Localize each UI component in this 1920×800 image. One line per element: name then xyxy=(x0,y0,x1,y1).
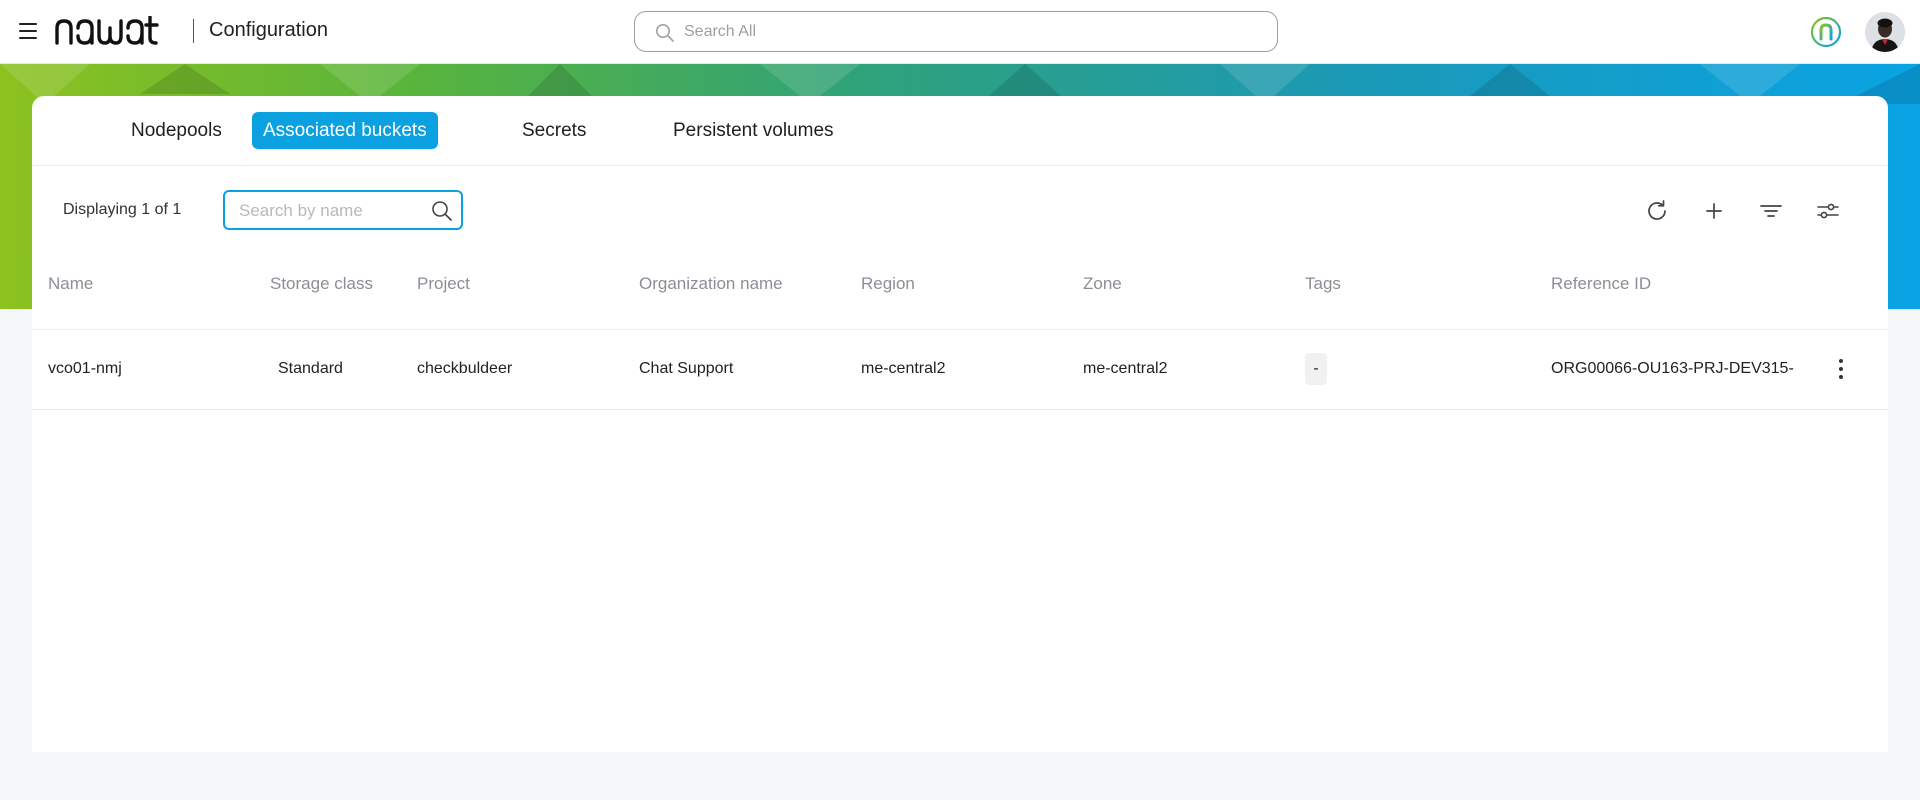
tab-associated-buckets[interactable]: Associated buckets xyxy=(252,112,438,149)
tab-bar: Nodepools Associated buckets Secrets Per… xyxy=(32,96,1888,166)
search-icon xyxy=(656,24,674,42)
cell-name: vco01-nmj xyxy=(48,360,122,377)
tab-persistent-volumes[interactable]: Persistent volumes xyxy=(662,112,845,149)
column-header-reference-id[interactable]: Reference ID xyxy=(1551,274,1651,294)
cell-zone: me-central2 xyxy=(1083,360,1168,377)
row-actions-kebab-icon[interactable] xyxy=(1833,357,1849,383)
main-card: Nodepools Associated buckets Secrets Per… xyxy=(32,96,1888,752)
cell-organization-name: Chat Support xyxy=(639,360,734,377)
cell-reference-id: ORG00066-OU163-PRJ-DEV315- xyxy=(1551,360,1794,377)
filter-icon[interactable] xyxy=(1757,197,1785,225)
tab-secrets[interactable]: Secrets xyxy=(511,112,597,149)
nawat-logo xyxy=(55,16,159,45)
hamburger-menu-icon[interactable] xyxy=(17,20,39,42)
user-avatar-icon xyxy=(1865,12,1905,52)
column-header-organization-name[interactable]: Organization name xyxy=(639,274,783,294)
result-count: Displaying 1 of 1 xyxy=(63,201,182,218)
refresh-icon[interactable] xyxy=(1643,197,1671,225)
search-icon[interactable] xyxy=(430,199,454,223)
global-search-input[interactable] xyxy=(682,19,1246,45)
page-title: Configuration xyxy=(209,19,328,41)
name-search-input[interactable] xyxy=(237,198,421,224)
cell-storage-class: Standard xyxy=(278,360,343,377)
column-header-project[interactable]: Project xyxy=(417,274,470,294)
table-row[interactable]: vco01-nmj Standard checkbuldeer Chat Sup… xyxy=(32,329,1888,410)
table-header: Name Storage class Project Organization … xyxy=(32,274,1888,314)
cell-region: me-central2 xyxy=(861,360,946,377)
cell-project: checkbuldeer xyxy=(417,360,513,377)
brand-n-icon[interactable] xyxy=(1810,16,1842,48)
column-header-zone[interactable]: Zone xyxy=(1083,274,1122,294)
column-header-tags[interactable]: Tags xyxy=(1305,274,1341,294)
global-search-box[interactable] xyxy=(634,11,1278,52)
user-avatar[interactable] xyxy=(1865,12,1905,52)
name-search-box[interactable] xyxy=(223,190,463,230)
add-icon[interactable] xyxy=(1700,197,1728,225)
column-header-name[interactable]: Name xyxy=(48,274,93,294)
tag-chip: - xyxy=(1305,353,1327,385)
column-header-region[interactable]: Region xyxy=(861,274,915,294)
top-bar: Configuration xyxy=(0,0,1920,64)
tab-nodepools[interactable]: Nodepools xyxy=(120,112,233,149)
column-settings-icon[interactable] xyxy=(1814,197,1842,225)
header-divider xyxy=(193,19,194,43)
column-header-storage-class[interactable]: Storage class xyxy=(270,274,373,294)
